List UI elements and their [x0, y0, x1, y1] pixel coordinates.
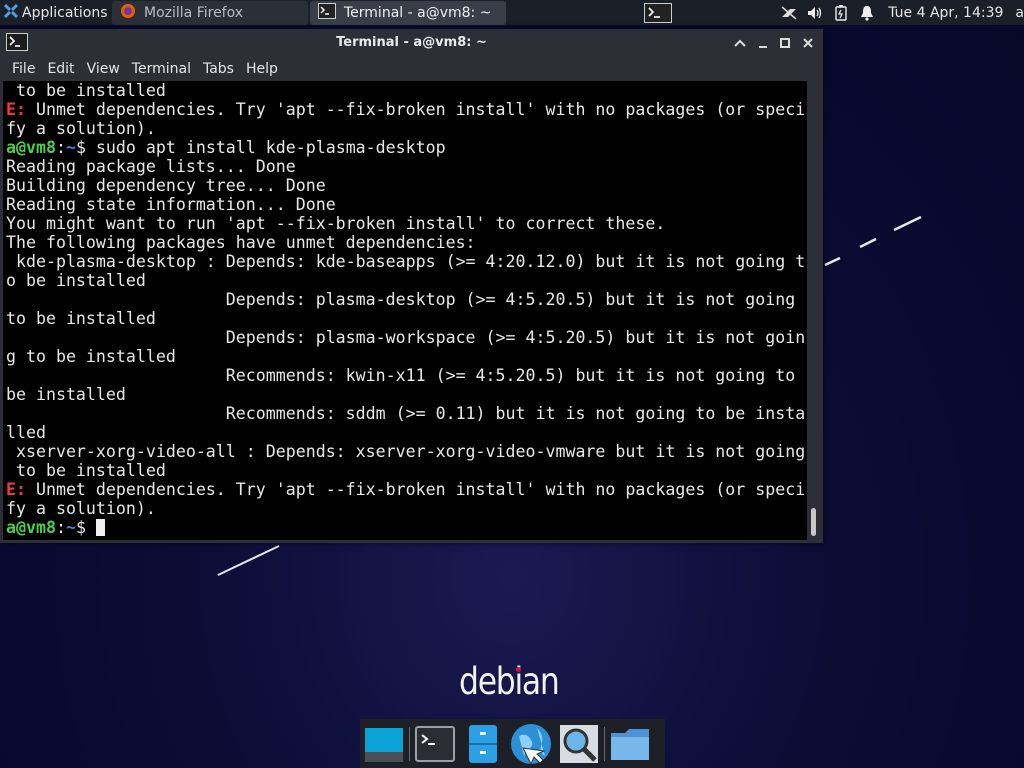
window-title: Terminal - a@vm8: ~ [336, 35, 487, 50]
terminal-line: Reading state information... Done [6, 195, 336, 214]
terminal-menubar: File Edit View Terminal Tabs Help [0, 57, 284, 81]
terminal-line: Building dependency tree... Done [6, 176, 326, 195]
menu-view[interactable]: View [81, 57, 126, 81]
battery-icon[interactable] [828, 4, 854, 21]
terminal-launcher-icon[interactable] [644, 2, 673, 23]
terminal-line: E: Unmet dependencies. Try 'apt --fix-br… [6, 480, 806, 499]
terminal-line: xserver-xorg-video-all : Depends: xserve… [6, 442, 806, 461]
dock-separator [409, 726, 410, 761]
terminal-line: to be installed [6, 461, 166, 480]
network-icon[interactable] [776, 5, 802, 21]
taskbar-item-label: Mozilla Firefox [144, 4, 244, 21]
folder-icon[interactable] [606, 720, 654, 768]
terminal-line: Recommends: sddm (>= 0.11) but it is not… [6, 404, 806, 423]
terminal-line: a@vm8:~$ [6, 518, 807, 537]
taskbar-item-label: Terminal - a@vm8: ~ [344, 4, 492, 21]
terminal-line: fy a solution). [6, 499, 156, 518]
terminal-icon [318, 2, 336, 23]
file-manager-icon[interactable] [459, 720, 507, 768]
window-titlebar[interactable]: Terminal - a@vm8: ~ [0, 29, 823, 57]
terminal-window: Terminal - a@vm8: ~ File Edit View Termi… [0, 29, 823, 543]
volume-icon[interactable] [802, 5, 828, 21]
notification-bell-icon[interactable] [854, 5, 880, 21]
menu-file[interactable]: File [6, 57, 41, 81]
firefox-icon [120, 3, 136, 23]
taskbar-item-terminal[interactable]: Terminal - a@vm8: ~ [310, 0, 506, 25]
menu-tabs[interactable]: Tabs [197, 57, 240, 81]
terminal-cursor [95, 519, 105, 536]
terminal-line: The following packages have unmet depend… [6, 233, 476, 252]
terminal-line: to be installed [6, 81, 166, 100]
bottom-dock [360, 719, 665, 768]
terminal-line: kde-plasma-desktop : Depends: kde-baseap… [6, 252, 806, 271]
terminal-line: Recommends: kwin-x11 (>= 4:5.20.5) but i… [6, 366, 796, 385]
debian-logo: debian [459, 660, 560, 703]
terminal-icon[interactable] [411, 720, 459, 768]
menu-help[interactable]: Help [240, 57, 284, 81]
user-menu[interactable]: a [1007, 5, 1024, 21]
debian-logo-dot [516, 667, 521, 672]
terminal-line: fy a solution). [6, 119, 156, 138]
terminal-line: be installed [6, 385, 126, 404]
terminal-line: E: Unmet dependencies. Try 'apt --fix-br… [6, 100, 806, 119]
terminal-line: o be installed [6, 271, 146, 290]
app-finder-icon[interactable] [555, 720, 603, 768]
terminal-line: a@vm8:~$ sudo apt install kde-plasma-des… [6, 138, 446, 157]
show-desktop-icon[interactable] [360, 720, 408, 768]
dock-separator [604, 726, 605, 761]
top-panel: Applications ⋮ Mozilla Firefox Terminal … [0, 0, 1024, 25]
applications-menu-button[interactable]: Applications ⋮ [0, 0, 110, 25]
xfce-icon [3, 3, 19, 23]
terminal-line: Depends: plasma-workspace (>= 4:5.20.5) … [6, 328, 806, 347]
maximize-button[interactable] [776, 34, 794, 52]
terminal-line: g to be installed [6, 347, 176, 366]
terminal-line: You might want to run 'apt --fix-broken … [6, 214, 666, 233]
terminal-line: to be installed [6, 309, 156, 328]
minimize-button[interactable] [754, 34, 772, 52]
terminal-line: Depends: plasma-desktop (>= 4:5.20.5) bu… [6, 290, 796, 309]
panel-clock[interactable]: Tue 4 Apr, 14:39 [880, 5, 1007, 21]
applications-menu-label: Applications [22, 4, 108, 21]
menu-terminal[interactable]: Terminal [126, 57, 197, 81]
menu-edit[interactable]: Edit [41, 57, 80, 81]
terminal-scrollbar[interactable] [807, 81, 823, 540]
terminal-line: Reading package lists... Done [6, 157, 296, 176]
terminal-line: lled [6, 423, 46, 442]
close-button[interactable] [799, 34, 817, 52]
shade-button[interactable] [731, 34, 749, 52]
taskbar-item-firefox[interactable]: Mozilla Firefox [112, 0, 308, 25]
scrollbar-thumb[interactable] [811, 508, 816, 536]
web-browser-icon[interactable] [507, 720, 555, 768]
terminal-output[interactable]: to be installed E: Unmet dependencies. Tr… [3, 81, 807, 540]
